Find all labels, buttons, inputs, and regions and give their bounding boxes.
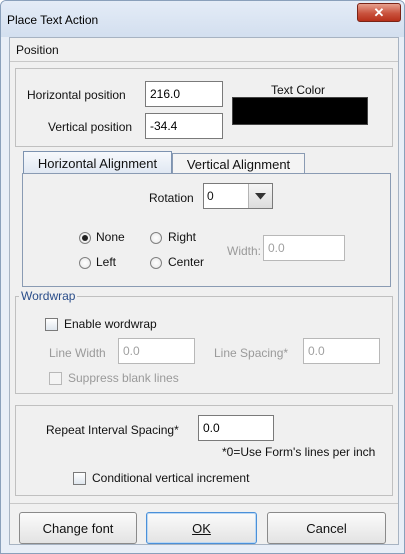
line-width-label: Line Width (49, 346, 106, 360)
radio-selected-dot (82, 235, 88, 241)
close-icon: ✕ (373, 4, 385, 20)
radio-left-label: Left (96, 255, 117, 269)
horizontal-position-input[interactable] (145, 81, 223, 107)
cancel-button-label: Cancel (306, 520, 347, 536)
radio-center-label: Center (168, 255, 205, 269)
window-title: Place Text Action (7, 13, 99, 27)
chevron-down-icon (255, 192, 266, 199)
rotation-label: Rotation (149, 191, 194, 205)
text-color-swatch[interactable] (232, 97, 368, 125)
conditional-vertical-checkbox[interactable] (73, 472, 86, 485)
enable-wordwrap-checkbox[interactable] (45, 318, 58, 331)
radio-left[interactable] (79, 257, 91, 269)
repeat-interval-input[interactable] (198, 415, 274, 441)
tab-vertical-alignment[interactable]: Vertical Alignment (172, 153, 305, 174)
conditional-vertical-label: Conditional vertical increment (92, 471, 250, 485)
rotation-dropdown-button[interactable] (248, 184, 272, 208)
vertical-position-label: Vertical position (48, 120, 133, 134)
button-bar-divider (10, 503, 398, 504)
rotation-value: 0 (207, 189, 214, 203)
menu-bar (10, 38, 398, 62)
ok-button-label: OK (192, 520, 211, 536)
text-color-label: Text Color (271, 83, 326, 97)
radio-right-label: Right (168, 230, 197, 244)
repeat-interval-note: *0=Use Form's lines per inch (222, 445, 376, 459)
radio-right[interactable] (150, 232, 162, 244)
tab-horizontal-alignment[interactable]: Horizontal Alignment (23, 151, 172, 174)
line-spacing-label: Line Spacing* (214, 346, 289, 360)
radio-center[interactable] (150, 257, 162, 269)
ok-button[interactable]: OK (146, 512, 257, 544)
repeat-interval-label: Repeat Interval Spacing* (46, 423, 179, 437)
width-input[interactable] (263, 235, 345, 261)
line-spacing-input[interactable] (303, 338, 380, 364)
line-width-input[interactable] (118, 338, 195, 364)
enable-wordwrap-label: Enable wordwrap (64, 317, 157, 331)
vertical-position-input[interactable] (145, 113, 223, 139)
width-label: Width: (227, 244, 262, 258)
radio-none[interactable] (79, 232, 91, 244)
horizontal-position-label: Horizontal position (27, 88, 126, 102)
change-font-button[interactable]: Change font (19, 512, 137, 544)
close-button[interactable]: ✕ (357, 3, 401, 22)
suppress-blank-lines-label: Suppress blank lines (68, 371, 179, 385)
cancel-button[interactable]: Cancel (267, 512, 386, 544)
radio-none-label: None (96, 230, 125, 244)
wordwrap-title: Wordwrap (19, 289, 78, 303)
suppress-blank-lines-checkbox[interactable] (49, 372, 62, 385)
menu-position[interactable]: Position (16, 43, 59, 57)
